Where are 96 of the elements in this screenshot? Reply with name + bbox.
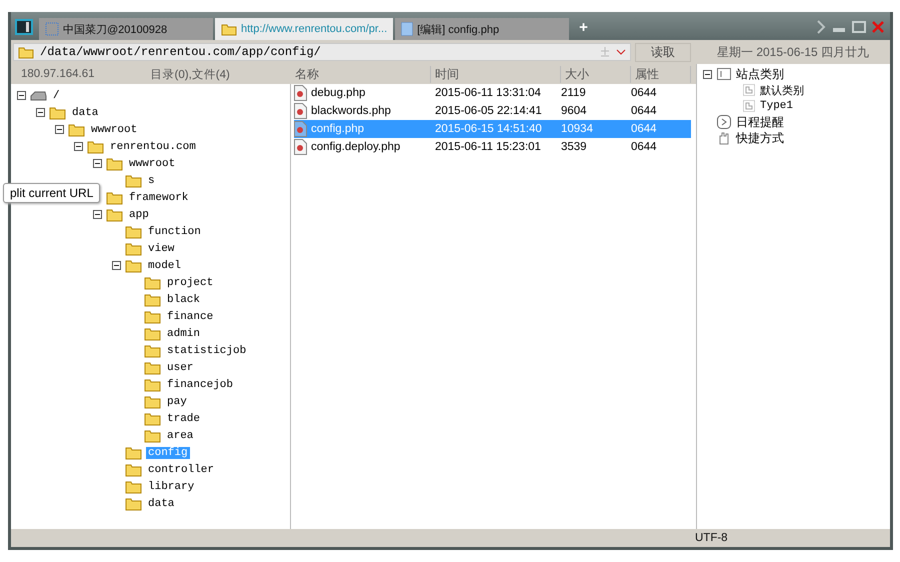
folder-name[interactable]: s bbox=[146, 174, 157, 186]
php-file-icon bbox=[294, 139, 307, 155]
folder-icon bbox=[144, 310, 161, 324]
folder-icon bbox=[144, 344, 161, 358]
folder-outline-icon bbox=[743, 100, 755, 112]
drive-icon bbox=[30, 90, 47, 100]
tab[interactable]: [编辑] config.php bbox=[395, 18, 570, 40]
dropdown-icon[interactable] bbox=[616, 48, 626, 56]
encoding-text: UTF-8 bbox=[695, 532, 728, 544]
clock-icon bbox=[717, 115, 731, 129]
folder-icon bbox=[144, 428, 161, 442]
folder-icon bbox=[125, 480, 142, 494]
folder-name[interactable]: finance bbox=[165, 310, 216, 322]
php-file-icon bbox=[294, 85, 307, 101]
folder-icon bbox=[125, 224, 142, 238]
tooltip: plit current URL bbox=[3, 183, 100, 203]
folder-name[interactable]: function bbox=[146, 226, 203, 238]
ip-address: 180.97.164.61 bbox=[21, 68, 95, 80]
column-header[interactable]: 大小 bbox=[561, 66, 631, 82]
folder-icon bbox=[144, 276, 161, 290]
folder-icon bbox=[221, 22, 237, 36]
tab[interactable]: 中国菜刀@20100928 bbox=[39, 18, 213, 40]
site-category[interactable]: Type1 bbox=[760, 100, 794, 112]
column-header[interactable]: 名称 bbox=[291, 66, 431, 82]
count-text: 目录(0),文件(4) bbox=[150, 68, 230, 82]
folder-name[interactable]: data bbox=[146, 498, 176, 510]
folder-name[interactable]: app bbox=[127, 208, 151, 220]
folder-name[interactable]: view bbox=[146, 242, 176, 254]
folder-icon bbox=[144, 412, 161, 426]
collapse-toggle[interactable] bbox=[74, 142, 83, 151]
site-category[interactable]: 快捷方式 bbox=[736, 130, 784, 146]
folder-name[interactable]: library bbox=[146, 480, 196, 492]
folder-icon bbox=[68, 122, 85, 136]
folder-icon bbox=[125, 462, 142, 476]
category-icon bbox=[717, 68, 731, 80]
folder-name[interactable]: framework bbox=[127, 192, 190, 204]
folder-name[interactable]: financejob bbox=[165, 378, 236, 390]
php-file-icon bbox=[294, 121, 307, 137]
date-text: 星期一 2015-06-15 四月廿九 bbox=[717, 44, 870, 60]
collapse-toggle[interactable] bbox=[36, 108, 45, 117]
site-category[interactable]: 默认类别 bbox=[760, 82, 804, 98]
collapse-toggle[interactable] bbox=[93, 159, 102, 168]
folder-icon bbox=[18, 46, 34, 58]
file-row[interactable]: debug.php 2015-06-11 13:31:04 2119 0644 bbox=[294, 84, 691, 102]
folder-name[interactable]: renrentou.com bbox=[108, 140, 198, 152]
file-row[interactable]: blackwords.php 2015-06-05 22:14:41 9604 0644 bbox=[294, 102, 691, 120]
column-header[interactable]: 属性 bbox=[631, 66, 691, 82]
folder-icon bbox=[106, 208, 123, 222]
folder-icon bbox=[144, 394, 161, 408]
php-file-icon bbox=[294, 103, 307, 119]
folder-name[interactable]: black bbox=[165, 294, 202, 306]
chevron-icon[interactable] bbox=[816, 20, 826, 34]
folder-icon bbox=[125, 496, 142, 510]
folder-icon bbox=[125, 242, 142, 256]
folder-icon bbox=[87, 140, 104, 154]
folder-icon bbox=[144, 292, 161, 306]
folder-name[interactable]: statisticjob bbox=[165, 344, 248, 356]
file-row[interactable]: config.deploy.php 2015-06-11 15:23:01 3539 0644 bbox=[294, 138, 691, 156]
collapse-toggle[interactable] bbox=[55, 125, 64, 134]
collapse-toggle[interactable] bbox=[17, 91, 26, 100]
folder-icon bbox=[144, 326, 161, 340]
folder-name[interactable]: model bbox=[146, 260, 184, 272]
folder-name[interactable]: wwwroot bbox=[127, 158, 178, 170]
folder-outline-icon bbox=[743, 84, 755, 96]
folder-name[interactable]: user bbox=[165, 362, 196, 374]
window-icon bbox=[45, 22, 59, 36]
folder-name[interactable]: / bbox=[51, 90, 62, 102]
collapse-toggle[interactable] bbox=[93, 210, 102, 219]
folder-icon bbox=[125, 446, 142, 460]
folder-name[interactable]: area bbox=[165, 430, 196, 442]
read-button[interactable]: 读取 bbox=[635, 42, 691, 62]
collapse-toggle[interactable] bbox=[112, 261, 121, 270]
folder-name[interactable]: admin bbox=[165, 328, 202, 340]
site-category[interactable]: 日程提醒 bbox=[736, 114, 784, 130]
column-header[interactable]: 时间 bbox=[431, 66, 561, 82]
document-icon bbox=[401, 22, 414, 36]
folder-name[interactable]: project bbox=[165, 276, 216, 288]
collapse-toggle[interactable] bbox=[703, 70, 712, 78]
maximize-icon[interactable] bbox=[852, 21, 866, 33]
path-field[interactable]: /data/wwwroot/renrentou.com/app/config/ bbox=[13, 43, 631, 61]
folder-name[interactable]: data bbox=[70, 106, 100, 118]
window-icon bbox=[15, 19, 33, 35]
folder-name[interactable]: controller bbox=[146, 464, 216, 476]
folder-icon bbox=[49, 106, 66, 120]
folder-name[interactable]: trade bbox=[165, 412, 202, 424]
folder-icon bbox=[106, 190, 123, 204]
site-category[interactable]: 站点类别 bbox=[736, 66, 784, 82]
folder-icon bbox=[125, 174, 142, 188]
folder-icon bbox=[144, 378, 161, 392]
folder-icon bbox=[144, 360, 161, 374]
new-tab-button[interactable]: + bbox=[579, 19, 588, 36]
folder-icon bbox=[125, 258, 142, 272]
folder-name[interactable]: wwwroot bbox=[89, 124, 140, 136]
hand-icon bbox=[717, 131, 731, 145]
folder-icon bbox=[106, 156, 123, 170]
folder-name[interactable]: pay bbox=[165, 396, 189, 408]
